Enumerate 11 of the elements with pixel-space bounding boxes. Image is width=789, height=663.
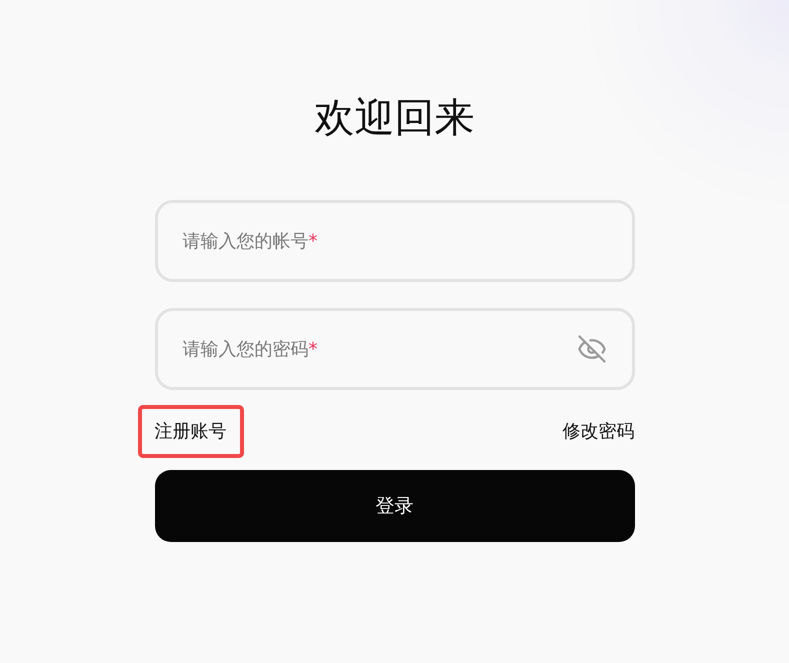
eye-slash-icon[interactable] <box>576 334 606 364</box>
login-button[interactable]: 登录 <box>154 470 634 542</box>
required-mark: * <box>308 338 318 362</box>
register-link[interactable]: 注册账号 <box>138 404 244 458</box>
password-field[interactable]: 请输入您的密码* <box>154 308 634 390</box>
change-password-link[interactable]: 修改密码 <box>546 404 652 458</box>
field-placeholder: 请输入您的密码 <box>182 338 308 362</box>
account-field[interactable]: 请输入您的帐号* <box>154 200 634 282</box>
required-mark: * <box>308 230 318 254</box>
field-placeholder: 请输入您的帐号 <box>182 230 308 254</box>
page-title: 欢迎回来 <box>314 94 474 142</box>
